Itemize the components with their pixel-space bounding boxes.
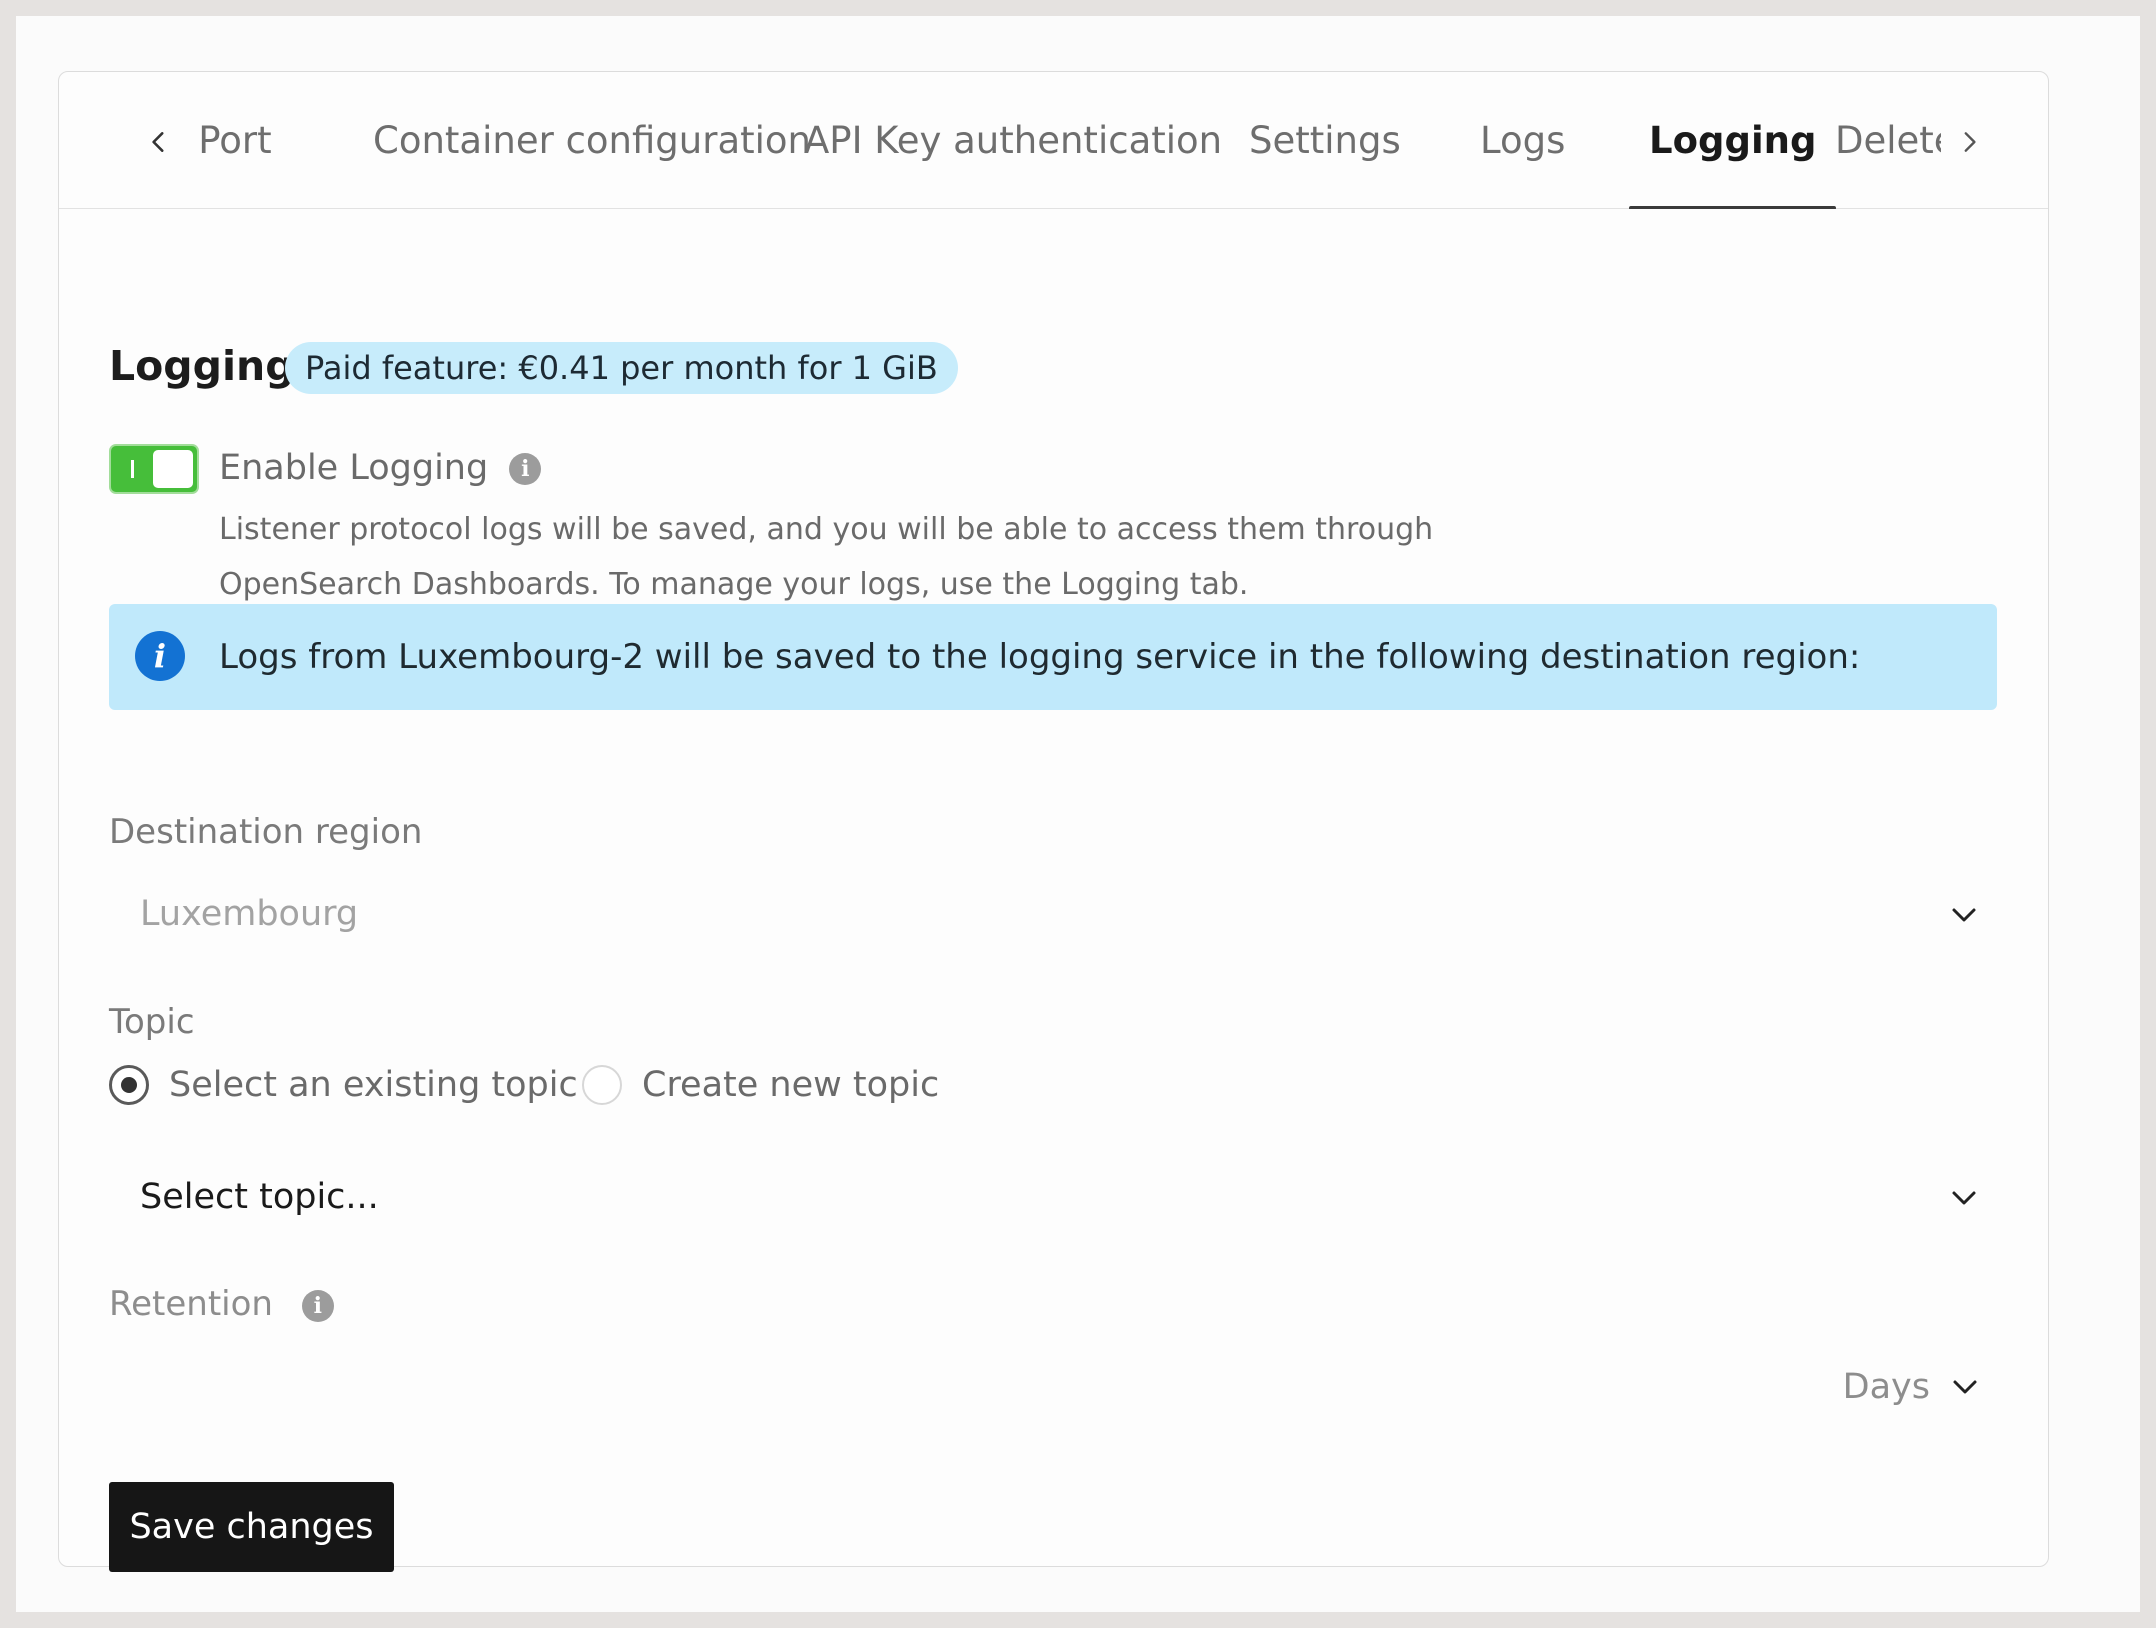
tab-delete[interactable]: Delete	[1835, 72, 1941, 209]
tab-logs[interactable]: Logs	[1480, 72, 1565, 209]
tab-scroll-right-button[interactable]	[1947, 120, 1991, 164]
info-icon[interactable]: i	[509, 453, 542, 485]
window-frame: : Port Container configuration API Key a…	[16, 16, 2140, 1612]
retention-label-row: Retention i	[109, 1284, 334, 1324]
radio-indicator	[582, 1065, 622, 1105]
retention-unit-select[interactable]: Days	[1843, 1362, 1980, 1412]
chevron-down-icon	[1953, 1380, 1977, 1394]
destination-region-select[interactable]: Luxembourg	[109, 870, 1997, 958]
radio-create-new-topic[interactable]: Create new topic	[582, 1057, 939, 1113]
topic-select[interactable]: Select topic...	[109, 1153, 1997, 1241]
settings-card: : Port Container configuration API Key a…	[58, 71, 2049, 1572]
tab-logging[interactable]: Logging	[1628, 72, 1838, 209]
retention-unit-value: Days	[1842, 1367, 1930, 1407]
chevron-right-icon	[1964, 132, 1976, 152]
save-changes-button[interactable]: Save changes	[109, 1482, 394, 1572]
tab-scroll-left-button[interactable]	[137, 120, 181, 164]
destination-info-alert: i Logs from Luxembourg-2 will be saved t…	[109, 604, 1997, 710]
chevron-down-icon	[1952, 1191, 1976, 1205]
tabs: : Port Container configuration API Key a…	[189, 72, 1941, 209]
paid-feature-badge: Paid feature: €0.41 per month for 1 GiB	[285, 342, 958, 394]
enable-logging-label: Enable Logging	[219, 448, 489, 488]
radio-label: Create new topic	[642, 1065, 940, 1105]
info-icon[interactable]: i	[301, 1289, 334, 1322]
radio-indicator	[109, 1065, 149, 1105]
toggle-knob	[153, 450, 193, 488]
tab-port[interactable]: : Port	[189, 72, 272, 209]
help-line-1: Listener protocol logs will be saved, an…	[219, 512, 1434, 547]
radio-label: Select an existing topic	[169, 1065, 578, 1105]
logging-help-text: Listener protocol logs will be saved, an…	[219, 502, 1519, 612]
chevron-left-icon	[152, 132, 164, 152]
radio-select-existing-topic[interactable]: Select an existing topic	[109, 1057, 578, 1113]
section-title: Logging	[109, 342, 295, 390]
tab-api-key-authentication[interactable]: API Key authentication	[804, 72, 1222, 209]
tab-container-configuration[interactable]: Container configuration	[373, 72, 811, 209]
tab-bar: : Port Container configuration API Key a…	[59, 72, 2048, 209]
tab-settings[interactable]: Settings	[1249, 72, 1401, 209]
destination-region-label: Destination region	[109, 812, 423, 852]
info-circle-icon: i	[135, 631, 185, 681]
enable-logging-label-row: Enable Logging i	[219, 448, 542, 488]
topic-select-placeholder: Select topic...	[140, 1177, 379, 1217]
retention-label: Retention	[109, 1284, 273, 1324]
alert-text: Logs from Luxembourg-2 will be saved to …	[219, 637, 1861, 677]
topic-label: Topic	[109, 1002, 195, 1042]
topic-radio-group: Select an existing topic Create new topi…	[109, 1057, 1309, 1113]
chevron-down-icon	[1952, 908, 1976, 922]
destination-region-value: Luxembourg	[140, 894, 359, 934]
toggle-on-mark	[131, 460, 134, 478]
enable-logging-toggle[interactable]	[109, 444, 199, 494]
